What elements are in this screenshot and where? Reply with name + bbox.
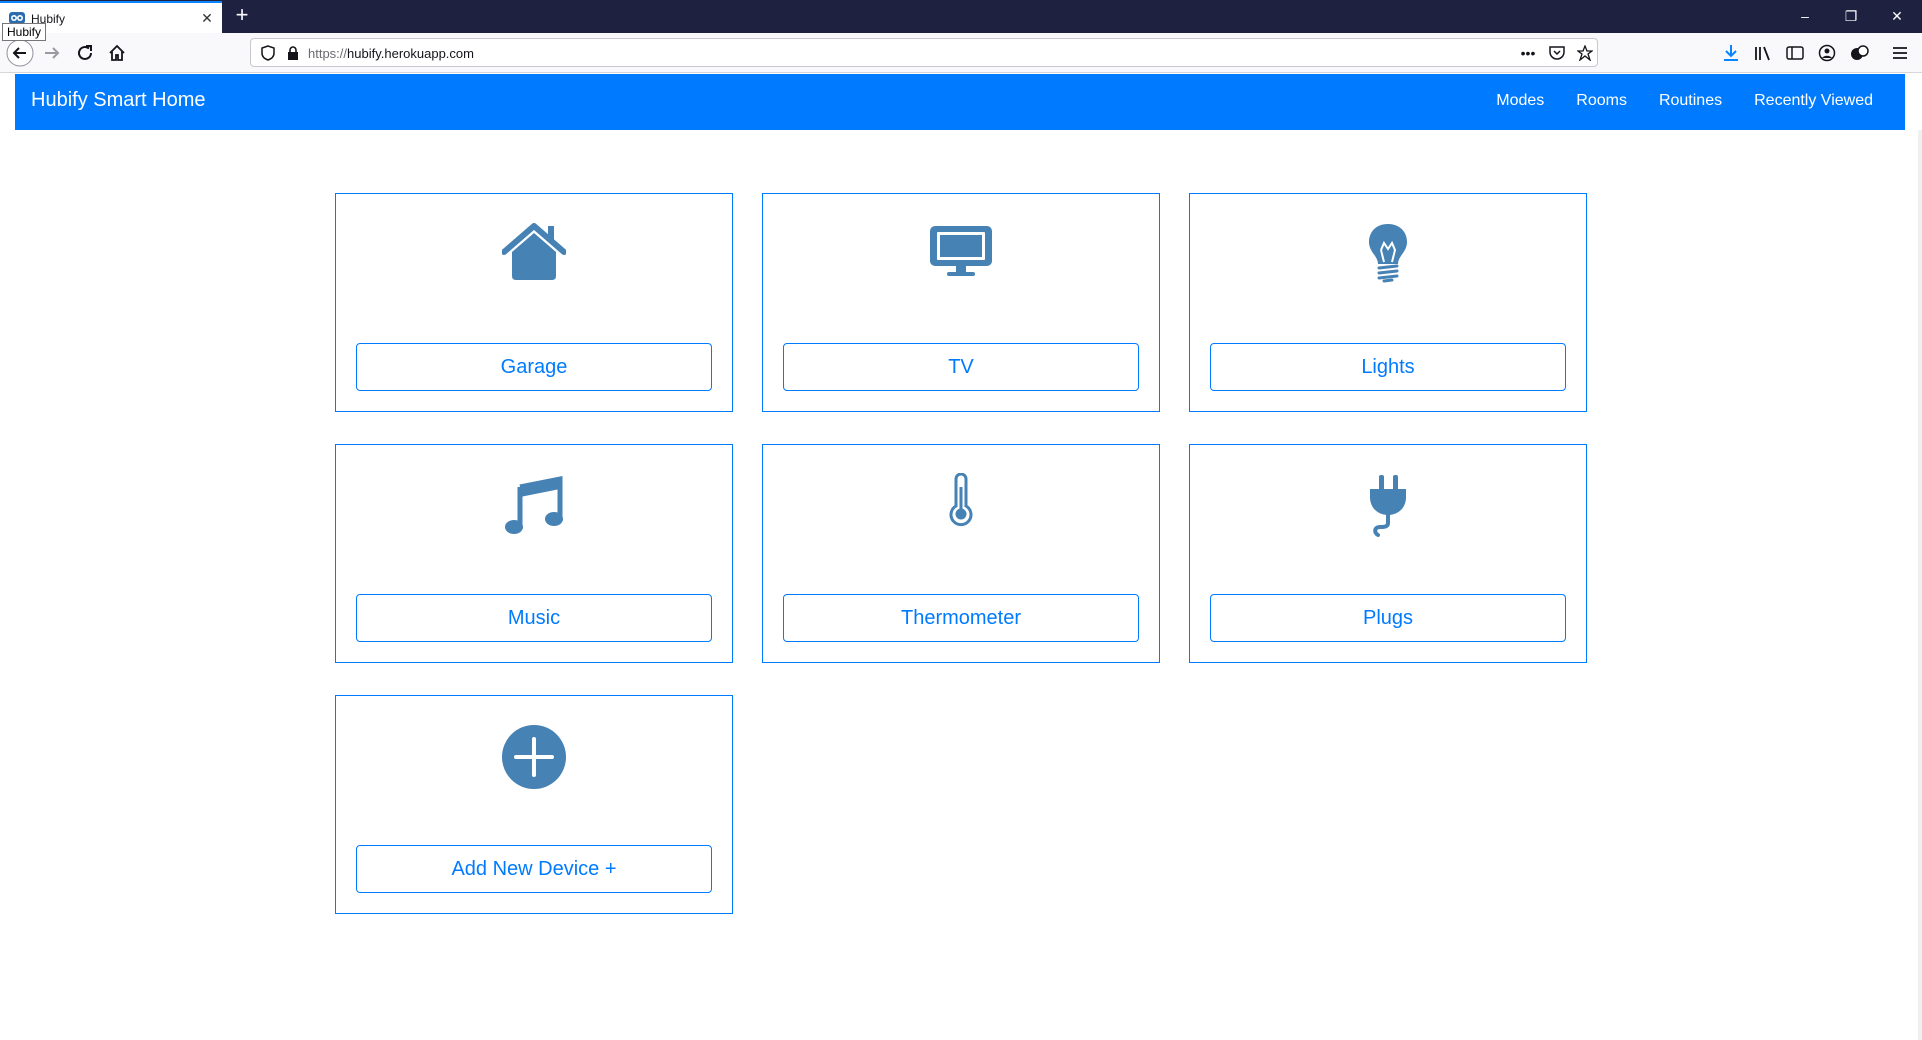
new-tab-button[interactable]: +	[230, 4, 254, 28]
back-arrow-icon	[6, 39, 34, 67]
plus-circle-icon[interactable]	[501, 724, 567, 790]
device-card-tv: TV	[762, 193, 1160, 412]
close-window-icon[interactable]: ✕	[1882, 5, 1912, 27]
reload-icon	[78, 45, 92, 60]
device-button-garage[interactable]: Garage	[356, 343, 712, 391]
plug-icon	[1370, 475, 1406, 537]
url-text[interactable]: https://hubify.herokuapp.com	[308, 46, 474, 61]
minimize-window-icon[interactable]: –	[1790, 5, 1820, 27]
sidebar-icon[interactable]	[1781, 39, 1809, 67]
browser-home-icon	[109, 44, 125, 61]
device-button-plugs[interactable]: Plugs	[1210, 594, 1566, 642]
home-button[interactable]	[103, 39, 131, 67]
thermometer-icon	[949, 473, 973, 527]
device-card-add-new: Add New Device +	[335, 695, 733, 914]
library-icon[interactable]	[1749, 39, 1777, 67]
app-navbar: Hubify Smart Home Modes Rooms Routines R…	[15, 74, 1905, 130]
lock-icon[interactable]	[284, 44, 302, 62]
account-icon[interactable]	[1813, 39, 1841, 67]
device-card-thermometer: Thermometer	[762, 444, 1160, 663]
browser-toolbar: https://hubify.herokuapp.com •••	[0, 33, 1922, 73]
navbar-links: Modes Rooms Routines Recently Viewed	[1464, 92, 1873, 110]
music-note-icon	[505, 475, 563, 534]
device-button-music[interactable]: Music	[356, 594, 712, 642]
restore-window-icon[interactable]: ❐	[1836, 5, 1866, 27]
device-card-lights: Lights	[1189, 193, 1587, 412]
back-button[interactable]	[6, 39, 34, 67]
device-card-plugs: Plugs	[1189, 444, 1587, 663]
browser-tab-bar: Hubify ✕ Hubify + – ❐ ✕	[0, 0, 1922, 41]
reload-button[interactable]	[71, 39, 99, 67]
address-bar[interactable]: https://hubify.herokuapp.com •••	[250, 38, 1598, 67]
nav-link-recently-viewed[interactable]: Recently Viewed	[1754, 92, 1873, 110]
nav-link-modes[interactable]: Modes	[1496, 92, 1544, 110]
device-button-thermometer[interactable]: Thermometer	[783, 594, 1139, 642]
device-button-tv[interactable]: TV	[783, 343, 1139, 391]
navbar-brand[interactable]: Hubify Smart Home	[31, 89, 206, 112]
bookmark-star-icon[interactable]	[1576, 44, 1594, 62]
device-card-music: Music	[335, 444, 733, 663]
page-actions-icon[interactable]: •••	[1519, 44, 1537, 62]
page-scrollbar[interactable]	[1918, 130, 1922, 1040]
menu-hamburger-icon[interactable]	[1886, 39, 1914, 67]
pocket-icon[interactable]	[1548, 44, 1566, 62]
downloads-icon[interactable]	[1717, 39, 1745, 67]
url-scheme: https://	[308, 46, 348, 61]
tracking-shield-icon[interactable]	[259, 44, 277, 62]
nav-link-rooms[interactable]: Rooms	[1576, 92, 1627, 110]
home-icon	[502, 223, 566, 280]
forward-arrow-icon	[45, 47, 60, 59]
tab-tooltip: Hubify	[2, 23, 47, 41]
forward-button[interactable]	[38, 39, 66, 67]
device-card-garage: Garage	[335, 193, 733, 412]
url-host: hubify.herokuapp.com	[347, 46, 474, 61]
device-button-lights[interactable]: Lights	[1210, 343, 1566, 391]
add-new-device-button[interactable]: Add New Device +	[356, 845, 712, 893]
extension-icon[interactable]	[1845, 39, 1873, 67]
close-tab-icon[interactable]: ✕	[198, 9, 216, 27]
lightbulb-icon	[1369, 224, 1407, 283]
tv-icon	[930, 226, 992, 276]
nav-link-routines[interactable]: Routines	[1659, 92, 1722, 110]
